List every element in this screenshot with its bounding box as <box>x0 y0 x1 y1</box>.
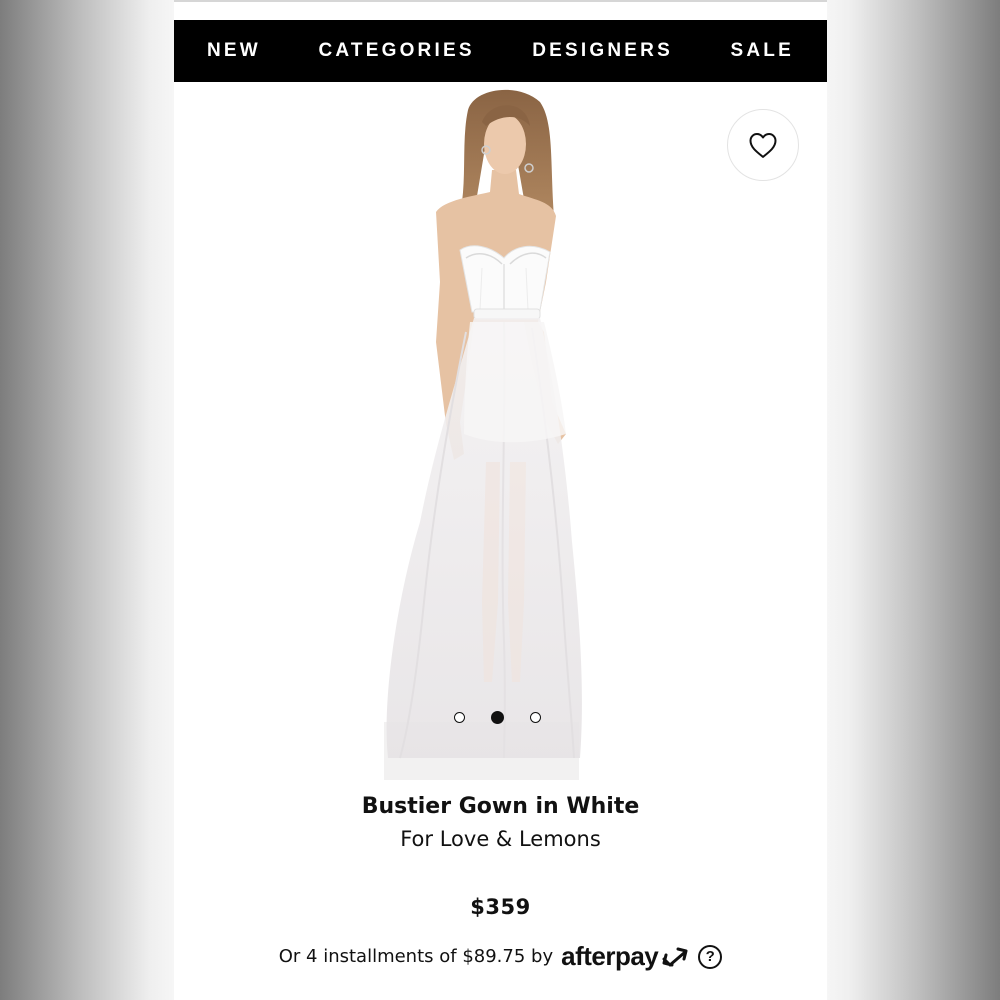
product-price: $359 <box>470 895 531 919</box>
nav-item-designers[interactable]: DESIGNERS <box>532 40 673 62</box>
help-icon-button[interactable]: ? <box>698 944 723 969</box>
heart-outline-icon <box>749 133 777 158</box>
carousel-dot-1[interactable] <box>454 712 465 723</box>
nav-item-sale[interactable]: SALE <box>731 40 794 62</box>
carousel-dot-2-active[interactable] <box>491 711 504 724</box>
afterpay-wordmark: afterpay <box>561 941 659 971</box>
installments-text: Or 4 installments of $89.75 by <box>278 946 554 967</box>
nav-item-new[interactable]: NEW <box>207 40 261 62</box>
top-navigation: NEW CATEGORIES DESIGNERS SALE <box>174 20 827 82</box>
favorite-button[interactable] <box>727 109 799 181</box>
afterpay-logo[interactable]: afterpay <box>561 941 690 972</box>
product-image-gallery[interactable] <box>174 82 827 782</box>
app-screen: NEW CATEGORIES DESIGNERS SALE Bustier Go… <box>174 0 827 1000</box>
product-title: Bustier Gown in White <box>361 794 640 819</box>
status-bar-strip <box>174 0 827 20</box>
product-photo[interactable] <box>174 82 827 782</box>
carousel-pagination <box>454 711 541 724</box>
carousel-dot-3[interactable] <box>530 712 541 723</box>
afterpay-arrows-icon <box>662 947 688 966</box>
nav-item-categories[interactable]: CATEGORIES <box>318 40 474 62</box>
product-designer-link[interactable]: For Love & Lemons <box>174 827 827 851</box>
afterpay-installments: Or 4 installments of $89.75 by afterpay … <box>174 941 827 972</box>
